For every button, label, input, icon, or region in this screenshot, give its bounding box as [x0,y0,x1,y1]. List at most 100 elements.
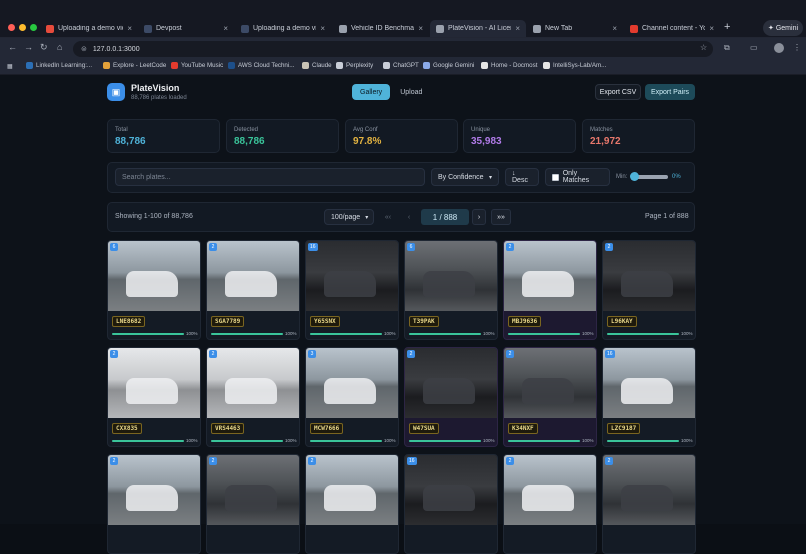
count-badge: 2 [506,243,514,251]
bookmark-item[interactable]: YouTube Music [171,62,223,69]
address-bar[interactable]: ⊜ 127.0.0.1:3000 [73,41,713,57]
bookmark-item[interactable]: AWS Cloud Techni... [228,62,294,69]
plate-card[interactable]: 2 [305,454,399,554]
close-tab-icon[interactable]: × [709,24,714,33]
plate-card[interactable]: 3 MCW7666 100% [305,347,399,447]
only-matches-toggle[interactable]: Only Matches [545,168,610,186]
vehicle-image[interactable] [306,241,398,311]
prev-page-button[interactable]: ‹ [402,209,416,225]
next-page-button[interactable]: › [472,209,486,225]
plate-card[interactable]: 2 VRS4463 100% [206,347,300,447]
plate-card[interactable]: 2 CXX835 100% [107,347,201,447]
first-page-button[interactable]: «‹ [380,209,396,225]
vehicle-image[interactable] [603,348,695,418]
favicon-icon [144,24,152,33]
close-tab-icon[interactable]: × [127,24,132,33]
plate-card[interactable]: 16 LZC9187 100% [602,347,696,447]
minimize-window-button[interactable] [19,24,26,31]
apps-grid-icon[interactable]: ▦ [7,63,13,70]
close-tab-icon[interactable]: × [612,24,617,33]
plate-card[interactable]: 6 LNE8682 100% [107,240,201,340]
plate-card[interactable]: 2 SGA7789 100% [206,240,300,340]
plate-card[interactable]: 16 Y65SNX 100% [305,240,399,340]
vehicle-image[interactable] [603,455,695,525]
plate-card[interactable]: 2 [107,454,201,554]
bookmark-star-icon[interactable]: ☆ [700,43,707,52]
vehicle-image[interactable] [504,348,596,418]
browser-tab[interactable]: Uploading a demo video× [40,20,138,37]
vehicle-image[interactable] [108,348,200,418]
forward-icon[interactable]: → [24,42,33,52]
vehicle-image[interactable] [405,348,497,418]
close-tab-icon[interactable]: × [223,24,228,33]
checkbox-icon[interactable] [552,173,559,181]
maximize-window-button[interactable] [30,24,37,31]
browser-tab[interactable]: Channel content - YouTube× [624,20,720,37]
menu-kebab-icon[interactable]: ⋮ [793,43,801,52]
vehicle-image[interactable] [603,241,695,311]
bookmark-item[interactable]: ChatGPT [383,62,419,69]
reload-icon[interactable]: ↻ [40,42,48,53]
page-input[interactable]: 1 / 888 [421,209,469,225]
browser-tab[interactable]: PlateVision - AI License × [430,20,526,37]
close-tab-icon[interactable]: × [515,24,520,33]
order-toggle-button[interactable]: ↓ Desc [505,168,539,186]
vehicle-image[interactable] [207,455,299,525]
new-tab-button[interactable]: + [724,21,730,33]
bookmark-item[interactable]: Claude [302,62,332,69]
favicon-icon [533,24,541,33]
site-info-icon[interactable]: ⊜ [81,45,87,53]
sidebar-icon[interactable]: ▭ [750,43,758,52]
plate-card[interactable]: 6 T39PAK 100% [404,240,498,340]
per-page-select[interactable]: 100/page ▾ [324,209,374,225]
bookmark-favicon-icon [336,62,343,69]
slider-handle[interactable] [630,172,639,181]
close-tab-icon[interactable]: × [320,24,325,33]
plate-card[interactable]: 2 [206,454,300,554]
vehicle-image[interactable] [405,241,497,311]
search-input[interactable]: Search plates... [115,168,425,186]
plate-label: LNE8682 [112,316,146,327]
plate-card[interactable]: 16 [404,454,498,554]
bookmark-item[interactable]: Perplexity [336,62,373,69]
browser-tab[interactable]: New Tab × [527,20,623,37]
bookmark-item[interactable]: IntelliSys-Lab/Am... [543,62,606,69]
extensions-icon[interactable]: ⧉ [724,43,730,53]
browser-tab[interactable]: Devpost × [138,20,234,37]
vehicle-image[interactable] [504,241,596,311]
bookmark-item[interactable]: Home - Docmost [481,62,537,69]
vehicle-image[interactable] [306,348,398,418]
plate-card[interactable]: 2 MBJ9636 100% [503,240,597,340]
close-tab-icon[interactable]: × [418,24,423,33]
export-csv-button[interactable]: Export CSV [595,84,641,100]
vehicle-image[interactable] [405,455,497,525]
export-pairs-button[interactable]: Export Pairs [645,84,695,100]
vehicle-image[interactable] [306,455,398,525]
tab-upload[interactable]: Upload [392,84,430,100]
bookmark-item[interactable]: Google Gemini [423,62,474,69]
plate-card[interactable]: 2 [602,454,696,554]
plate-card[interactable]: 2 [503,454,597,554]
bookmark-item[interactable]: LinkedIn Learning:... [26,62,92,69]
vehicle-image[interactable] [207,348,299,418]
home-icon[interactable]: ⌂ [57,42,62,52]
plate-card[interactable]: 2 W47SUA 100% [404,347,498,447]
back-icon[interactable]: ← [8,42,17,52]
vehicle-image[interactable] [207,241,299,311]
vehicle-image[interactable] [108,241,200,311]
gemini-button[interactable]: ✦ Gemini [763,20,803,36]
bookmark-item[interactable]: Explore - LeetCode [103,62,166,69]
tab-gallery[interactable]: Gallery [352,84,391,100]
vehicle-image[interactable] [108,455,200,525]
tab-title: PlateVision - AI License [448,25,511,32]
last-page-button[interactable]: »» [491,209,511,225]
close-window-button[interactable] [8,24,15,31]
browser-tab[interactable]: Uploading a demo video× [235,20,331,37]
plate-card[interactable]: 2 L96KAY 100% [602,240,696,340]
plate-card[interactable]: 2 K34NXF 100% [503,347,597,447]
browser-tab[interactable]: Vehicle ID Benchmark × [333,20,429,37]
vehicle-image[interactable] [504,455,596,525]
profile-avatar[interactable] [774,43,784,53]
sort-select[interactable]: By Confidence ▾ [431,168,499,186]
stat-label: Detected [234,127,259,133]
